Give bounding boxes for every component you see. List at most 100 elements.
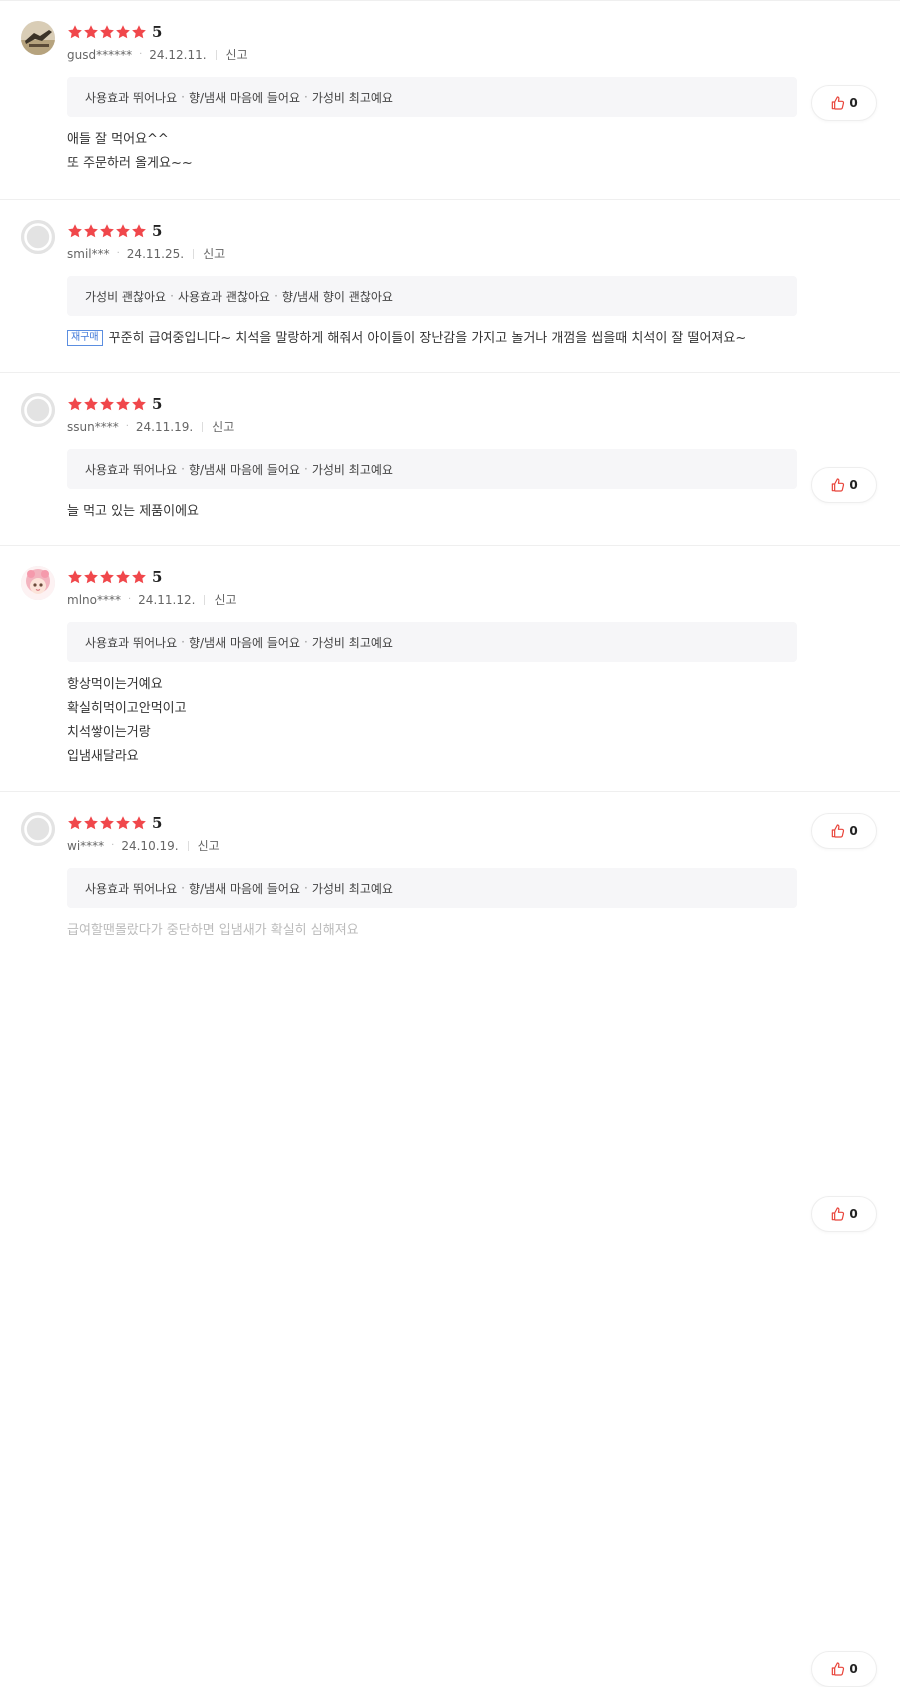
rating-score: 5 [152, 395, 163, 413]
default-avatar-icon [21, 220, 55, 254]
tag-separator: · [181, 635, 185, 649]
tag-separator: · [274, 289, 278, 303]
star-icon [131, 396, 147, 412]
review-meta: ssun**** · 24.11.19. 신고 [67, 418, 234, 435]
review-tag: 향/냄새 마음에 들어요 [188, 462, 301, 477]
review-meta: gusd****** · 24.12.11. 신고 [67, 46, 248, 63]
star-icon [115, 24, 131, 40]
thumbs-up-icon [830, 95, 849, 111]
review-tags: 사용효과 뛰어나요 · 향/냄새 마음에 들어요 · 가성비 최고예요 [67, 449, 797, 489]
review-tag: 사용효과 뛰어나요 [85, 881, 178, 896]
star-icon [99, 223, 115, 239]
like-count: 0 [849, 1207, 858, 1221]
like-count: 0 [849, 96, 858, 110]
tag-separator: · [181, 462, 185, 476]
review-tags: 사용효과 뛰어나요 · 향/냄새 마음에 들어요 · 가성비 최고예요 [67, 77, 797, 117]
review-content: 급여할땐몰랐다가 중단하면 입냄새가 확실히 심해져요 [67, 919, 359, 943]
like-button[interactable]: 0 [811, 1651, 877, 1687]
rating: 5 [67, 566, 162, 588]
review-meta: smil*** · 24.11.25. 신고 [67, 245, 225, 262]
review-tag: 가성비 최고예요 [311, 462, 393, 477]
avatar [21, 812, 55, 846]
tag-separator: · [304, 90, 308, 104]
report-link[interactable]: 신고 [214, 591, 236, 608]
tag-separator: · [181, 881, 185, 895]
username: gusd****** [67, 47, 133, 62]
tag-separator: · [181, 90, 185, 104]
review-text-line: 확실히먹이고안먹이고 [67, 701, 187, 716]
avatar [21, 21, 55, 55]
report-link[interactable]: 신고 [212, 418, 234, 435]
rating-score: 5 [152, 814, 163, 832]
review-content: 애들 잘 먹어요^^ 또 주문하러 올게요~~ [67, 128, 193, 176]
meta-separator: · [127, 594, 132, 605]
rating-score: 5 [152, 23, 163, 41]
star-icon [131, 815, 147, 831]
avatar [21, 393, 55, 427]
divider [187, 840, 189, 851]
star-icon [115, 223, 131, 239]
like-button[interactable]: 0 [811, 85, 877, 121]
review-date: 24.11.25. [126, 246, 185, 261]
default-avatar-icon [21, 812, 55, 846]
rating-score: 5 [152, 568, 163, 586]
rating: 5 [67, 21, 162, 43]
review-text-line: 입냄새달라요 [67, 749, 139, 764]
divider [204, 594, 206, 605]
star-icon [67, 223, 83, 239]
star-icon [67, 24, 83, 40]
review-date: 24.11.19. [135, 419, 194, 434]
review-tag: 향/냄새 마음에 들어요 [188, 635, 301, 650]
review-text-line: 늘 먹고 있는 제품이에요 [67, 504, 199, 519]
review-item: 5 smil*** · 24.11.25. 신고 가성비 괜찮아요 · 사용효과 괜찮아요 · 향… [0, 199, 900, 503]
photo-avatar-icon [21, 21, 55, 55]
like-count: 0 [849, 1662, 858, 1676]
meta-separator: · [116, 248, 120, 259]
star-icon [83, 24, 99, 40]
meta-separator: · [139, 49, 143, 60]
review-item: 5 ssun**** · 24.11.19. 신고 사용효과 뛰어나요 · 향/냄새 마음에 … [0, 372, 900, 849]
rating: 5 [67, 220, 162, 242]
rating-score: 5 [152, 222, 163, 240]
review-tags: 사용효과 뛰어나요 · 향/냄새 마음에 들어요 · 가성비 최고예요 [67, 622, 797, 662]
divider [202, 421, 204, 432]
username: mlno**** [67, 592, 121, 607]
divider [215, 49, 217, 60]
divider [193, 248, 195, 259]
review-content: 늘 먹고 있는 제품이에요 [67, 500, 199, 524]
star-icon [99, 396, 115, 412]
review-tag: 가성비 최고예요 [311, 881, 393, 896]
star-rating [67, 396, 147, 412]
star-icon [83, 569, 99, 585]
star-icon [99, 569, 115, 585]
review-tag: 향/냄새 마음에 들어요 [188, 90, 301, 105]
review-tags: 가성비 괜찮아요 · 사용효과 괜찮아요 · 향/냄새 향이 괜찮아요 [67, 276, 797, 316]
review-tag: 사용효과 뛰어나요 [85, 462, 178, 477]
review-tag: 사용효과 괜찮아요 [177, 289, 271, 304]
star-icon [67, 396, 83, 412]
star-rating [67, 569, 147, 585]
review-item: 5 mlno**** · 24.11.12. 신고 사용효과 뛰어나요 · 향/냄새 마음에 … [0, 545, 900, 1232]
avatar [21, 566, 55, 600]
review-tag: 향/냄새 마음에 들어요 [188, 881, 301, 896]
thumbs-up-icon [830, 1661, 849, 1677]
review-date: 24.12.11. [149, 47, 207, 62]
star-icon [83, 396, 99, 412]
star-rating [67, 815, 147, 831]
review-tag: 가성비 괜찮아요 [85, 289, 167, 304]
meta-separator: · [125, 421, 129, 432]
review-meta: wi**** · 24.10.19. 신고 [67, 837, 220, 854]
star-icon [99, 815, 115, 831]
review-tag: 가성비 최고예요 [311, 90, 393, 105]
like-button[interactable]: 0 [811, 1196, 877, 1232]
report-link[interactable]: 신고 [226, 46, 248, 63]
report-link[interactable]: 신고 [198, 837, 220, 854]
review-list: 5 gusd****** · 24.12.11. 신고 사용효과 뛰어나요 · 향/냄새 마음… [0, 0, 900, 1687]
report-link[interactable]: 신고 [203, 245, 225, 262]
review-text-line: 항상먹이는거예요 [67, 677, 163, 692]
review-date: 24.10.19. [121, 838, 179, 853]
review-date: 24.11.12. [138, 592, 196, 607]
review-text-line: 재구매 꾸준히 급여중입니다~ 치석을 말랑하게 해줘서 아이들이 장난감을 가지… [67, 327, 746, 351]
star-icon [115, 815, 131, 831]
tag-separator: · [170, 289, 174, 303]
